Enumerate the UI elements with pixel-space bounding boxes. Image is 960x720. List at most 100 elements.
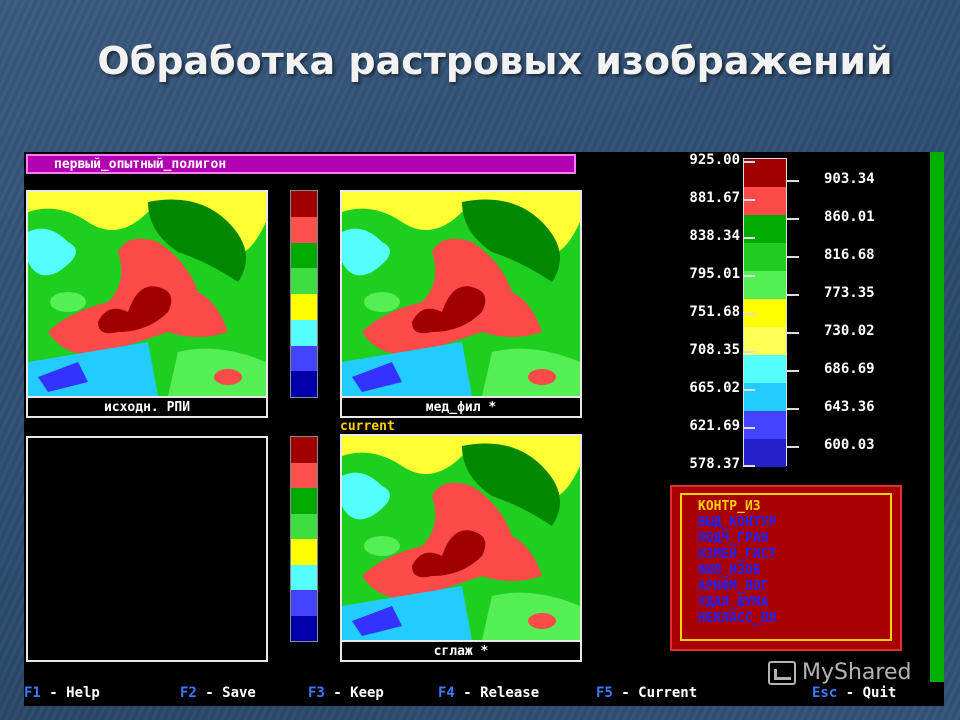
color-scale-bar (743, 158, 787, 467)
scale-tick (743, 313, 755, 315)
scale-right-value: 686.69 (824, 361, 875, 377)
scale-tick (743, 199, 755, 201)
scale-tick (743, 161, 755, 163)
mini-palette-swatch (291, 294, 317, 320)
scale-left-value: 838.34 (689, 228, 740, 244)
scale-tick (743, 465, 755, 467)
scale-tick (743, 237, 755, 239)
watermark-logo: MyShared (768, 660, 911, 685)
scale-swatch (744, 411, 786, 439)
scale-tick (787, 332, 799, 334)
scale-tick (787, 218, 799, 220)
menu-item[interactable]: КОНТР_ИЗ (698, 499, 761, 514)
scale-swatch (744, 355, 786, 383)
scale-tick (787, 446, 799, 448)
panel-label-smooth: сглаж * (342, 640, 580, 660)
scale-right-value: 773.35 (824, 285, 875, 301)
smooth-image-panel[interactable]: сглаж * (340, 434, 582, 662)
median-image-panel[interactable]: мед_фил * (340, 190, 582, 418)
mini-palette-swatch (291, 319, 317, 346)
scale-right-value: 903.34 (824, 171, 875, 187)
fkey-label: - Keep (324, 685, 384, 701)
mini-palette-swatch (291, 615, 317, 641)
fkey-f4[interactable]: F4 - Release (438, 685, 539, 701)
mini-palette-swatch (291, 371, 317, 397)
mini-palette-swatch (291, 539, 317, 565)
panel-label-median: мед_фил * (342, 396, 580, 416)
fkey-esc[interactable]: Esc - Quit (812, 685, 896, 701)
operations-menu-frame: КОНТР_ИЗ ВЫД_КОНТУР ПОДЧ_ГРАН ИЗМЕН_ГИСТ ФИЛ… (680, 493, 892, 641)
mini-palette-top (290, 190, 318, 398)
screen-side-strip (930, 152, 944, 684)
mini-palette-swatch (291, 590, 317, 616)
current-panel-tag: current (340, 419, 395, 434)
scale-right-value: 860.01 (824, 209, 875, 225)
scale-swatch (744, 439, 786, 467)
raster-map-source (28, 192, 266, 396)
menu-item[interactable]: УДАЛ_ШУМА (698, 595, 768, 610)
scale-tick (743, 275, 755, 277)
scale-tick (787, 180, 799, 182)
menu-item[interactable]: НЕКЛАСС_ПЛ (698, 611, 776, 626)
scale-left-value: 795.01 (689, 266, 740, 282)
mini-palette-swatch (291, 513, 317, 539)
fkey-f1[interactable]: F1 - Help (24, 685, 100, 701)
fkey-f3[interactable]: F3 - Keep (308, 685, 384, 701)
map-zone-red-spot (214, 369, 242, 385)
fkey-key: Esc (812, 685, 838, 701)
fkey-f2[interactable]: F2 - Save (180, 685, 256, 701)
scale-right-value: 643.36 (824, 399, 875, 415)
mini-palette-swatch (291, 437, 317, 463)
fkey-key: F1 (24, 685, 41, 701)
slide-title: Обработка растровых изображений (97, 39, 893, 83)
scale-right-value: 816.68 (824, 247, 875, 263)
mini-palette-swatch (291, 564, 317, 590)
map-zone-red-spot (528, 369, 556, 385)
panel-label-source: исходн. РПИ (28, 396, 266, 416)
menu-item[interactable]: ФИЛ_ИЗОБ (698, 563, 761, 578)
scale-tick (787, 370, 799, 372)
fkey-key: F3 (308, 685, 325, 701)
scale-tick (743, 389, 755, 391)
fkey-key: F5 (596, 685, 613, 701)
menu-item[interactable]: ИЗМЕН_ГИСТ (698, 547, 776, 562)
menu-item[interactable]: АРИФМ_ЛОГ (698, 579, 768, 594)
scale-left-value: 925.00 (689, 152, 740, 168)
scale-left-value: 665.02 (689, 380, 740, 396)
fkey-label: - Help (40, 685, 100, 701)
scale-tick (787, 256, 799, 258)
scale-right-value: 730.02 (824, 323, 875, 339)
app-screen: первый_опытный_полигон исходн. РПИ мед_ф… (24, 152, 944, 706)
map-zone-green-spot (364, 292, 400, 312)
fkey-f5[interactable]: F5 - Current (596, 685, 697, 701)
source-image-panel[interactable]: исходн. РПИ (26, 190, 268, 418)
fkey-key: F2 (180, 685, 197, 701)
scale-swatch (744, 383, 786, 411)
fkey-label: - Release (454, 685, 540, 701)
menu-item[interactable]: ПОДЧ_ГРАН (698, 531, 768, 546)
scale-tick (743, 427, 755, 429)
operations-menu: КОНТР_ИЗ ВЫД_КОНТУР ПОДЧ_ГРАН ИЗМЕН_ГИСТ ФИЛ… (670, 485, 902, 651)
map-zone-green-spot (50, 292, 86, 312)
mini-palette-swatch (291, 268, 317, 294)
scale-tick (787, 294, 799, 296)
empty-image-panel[interactable] (26, 436, 268, 662)
scale-left-value: 708.35 (689, 342, 740, 358)
map-zone-red-spot (528, 613, 556, 629)
raster-map-median (342, 192, 580, 396)
map-zone-green-spot (364, 536, 400, 556)
fkey-key: F4 (438, 685, 455, 701)
presentation-icon (768, 661, 796, 685)
mini-palette-swatch (291, 242, 317, 269)
fkey-label: - Quit (837, 685, 897, 701)
mini-palette-swatch (291, 216, 317, 243)
raster-map-smooth (342, 436, 580, 640)
menu-item[interactable]: ВЫД_КОНТУР (698, 515, 776, 530)
scale-left-value: 751.68 (689, 304, 740, 320)
scale-left-value: 578.37 (689, 456, 740, 472)
function-key-bar: F1 - Help F2 - Save F3 - Keep F4 - Release F… (24, 682, 944, 706)
mini-palette-bottom (290, 436, 318, 642)
scale-left-value: 881.67 (689, 190, 740, 206)
scale-right-value: 600.03 (824, 437, 875, 453)
mini-palette-swatch (291, 345, 317, 372)
